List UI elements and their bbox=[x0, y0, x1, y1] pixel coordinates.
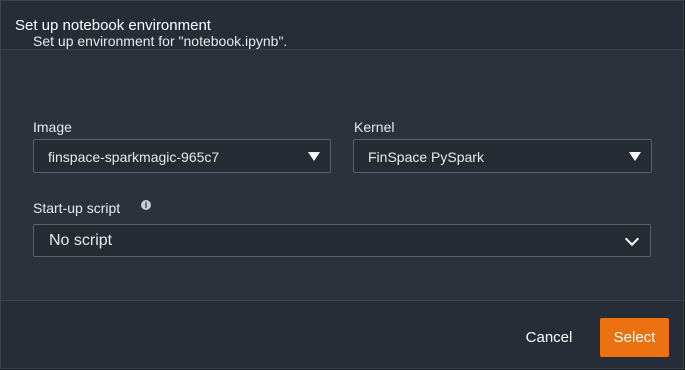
startup-script-select[interactable]: No script bbox=[33, 224, 651, 257]
caret-down-icon bbox=[308, 152, 320, 161]
info-icon[interactable]: i bbox=[141, 200, 151, 210]
dialog-body bbox=[1, 50, 683, 301]
chevron-down-icon bbox=[624, 231, 640, 247]
image-label: Image bbox=[33, 119, 72, 135]
kernel-select-value: FinSpace PySpark bbox=[368, 149, 484, 165]
startup-script-label: Start-up script bbox=[33, 200, 121, 216]
kernel-select[interactable]: FinSpace PySpark bbox=[353, 139, 652, 173]
caret-down-icon bbox=[629, 152, 641, 161]
startup-script-select-value: No script bbox=[49, 232, 113, 249]
cancel-button[interactable]: Cancel bbox=[513, 325, 585, 351]
setup-environment-dialog: Set up notebook environment Set up envir… bbox=[0, 0, 684, 369]
image-select-value: finspace-sparkmagic-965c7 bbox=[48, 149, 220, 165]
image-select[interactable]: finspace-sparkmagic-965c7 bbox=[33, 139, 331, 173]
dialog-intro-text: Set up environment for "notebook.ipynb". bbox=[33, 33, 288, 49]
select-button[interactable]: Select bbox=[600, 318, 669, 357]
kernel-label: Kernel bbox=[354, 119, 395, 135]
